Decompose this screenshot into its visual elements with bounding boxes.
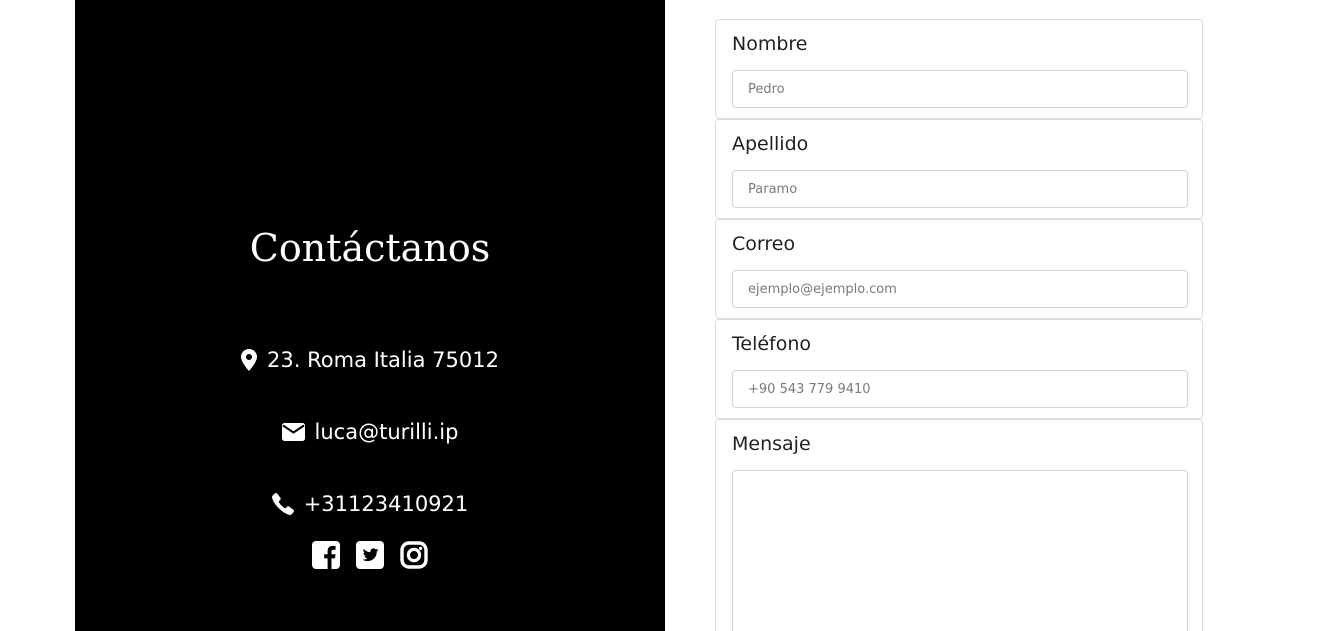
mensaje-textarea[interactable] xyxy=(732,470,1188,631)
twitter-icon[interactable] xyxy=(356,541,384,569)
social-links xyxy=(75,541,665,569)
email-line: luca@turilli.ip xyxy=(75,417,665,447)
telefono-input[interactable] xyxy=(732,370,1188,408)
field-card-nombre: Nombre xyxy=(715,19,1203,119)
contact-title: Contáctanos xyxy=(249,226,491,270)
field-card-correo: Correo xyxy=(715,219,1203,319)
email-link[interactable]: luca@turilli.ip xyxy=(315,417,459,447)
field-card-telefono: Teléfono xyxy=(715,319,1203,419)
correo-input[interactable] xyxy=(732,270,1188,308)
apellido-input[interactable] xyxy=(732,170,1188,208)
mensaje-label: Mensaje xyxy=(732,433,811,455)
correo-label: Correo xyxy=(732,233,796,255)
envelope-icon xyxy=(281,423,305,441)
contact-page: Contáctanos 23. Roma Italia 75012 luca@t… xyxy=(0,0,1342,631)
contact-info-panel: Contáctanos 23. Roma Italia 75012 luca@t… xyxy=(75,0,665,631)
address-text: 23. Roma Italia 75012 xyxy=(267,348,499,372)
apellido-label: Apellido xyxy=(732,133,809,155)
field-card-mensaje: Mensaje xyxy=(715,419,1203,631)
nombre-input[interactable] xyxy=(732,70,1188,108)
phone-link[interactable]: +31123410921 xyxy=(304,489,469,519)
phone-line: +31123410921 xyxy=(75,489,665,519)
nombre-label: Nombre xyxy=(732,33,808,55)
telefono-label: Teléfono xyxy=(732,333,812,355)
facebook-icon[interactable] xyxy=(312,541,340,569)
field-card-apellido: Apellido xyxy=(715,119,1203,219)
instagram-icon[interactable] xyxy=(400,541,428,569)
address-line: 23. Roma Italia 75012 xyxy=(75,345,665,375)
phone-icon xyxy=(271,493,294,515)
map-marker-icon xyxy=(241,349,258,371)
